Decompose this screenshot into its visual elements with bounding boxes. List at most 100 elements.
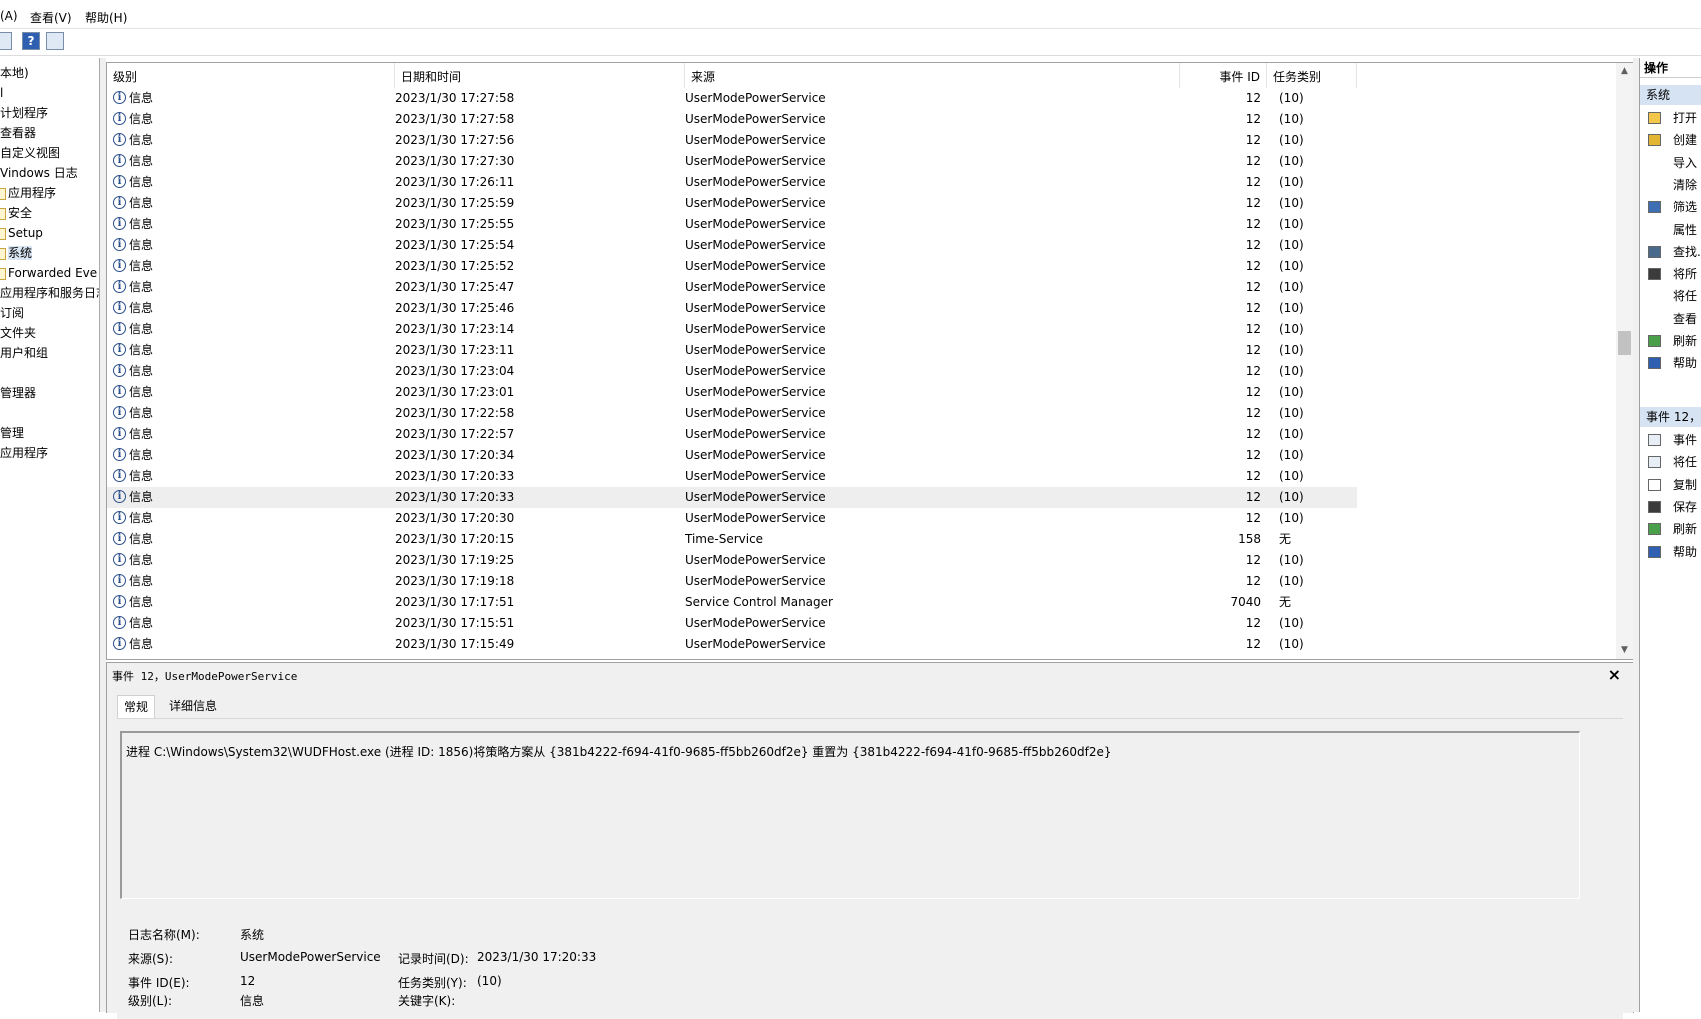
action-item[interactable]: 刷新 bbox=[1640, 518, 1701, 540]
scroll-up-arrow-icon[interactable]: ▲ bbox=[1616, 63, 1633, 80]
table-row[interactable]: i 信息 2023/1/30 17:25:46 UserModePowerServic… bbox=[107, 298, 1357, 319]
column-event-id[interactable]: 事件 ID bbox=[1180, 63, 1267, 88]
action-item[interactable]: 清除 bbox=[1640, 174, 1701, 196]
action-item[interactable]: 将任 bbox=[1640, 285, 1701, 307]
action-item[interactable]: 复制 bbox=[1640, 474, 1701, 496]
cell-datetime: 2023/1/30 17:19:18 bbox=[395, 574, 515, 588]
tree-item[interactable]: 应用程序和服务日志 bbox=[0, 284, 99, 302]
action-label: 保存 bbox=[1673, 499, 1698, 514]
table-row[interactable]: i 信息 2023/1/30 17:23:04 UserModePowerServic… bbox=[107, 361, 1357, 382]
tree-item[interactable]: 应用程序 bbox=[0, 184, 56, 202]
tree-item[interactable]: Setup bbox=[0, 224, 43, 242]
column-task-category[interactable]: 任务类别 bbox=[1267, 63, 1357, 88]
event-list-scrollbar[interactable]: ▲ ▼ bbox=[1616, 63, 1633, 659]
action-icon bbox=[1648, 545, 1661, 558]
action-item[interactable]: 导入 bbox=[1640, 152, 1701, 174]
task-category-label: 任务类别(Y): bbox=[398, 976, 467, 990]
table-row[interactable]: i 信息 2023/1/30 17:23:11 UserModePowerServic… bbox=[107, 340, 1357, 361]
tree-item[interactable]: 查看器 bbox=[0, 124, 36, 142]
tree-item[interactable]: 本地) bbox=[0, 64, 29, 82]
info-icon: i bbox=[113, 91, 126, 104]
tree-item[interactable]: 应用程序 bbox=[0, 444, 48, 462]
table-row[interactable]: i 信息 2023/1/30 17:27:58 UserModePowerServic… bbox=[107, 109, 1357, 130]
action-item[interactable]: 创建 bbox=[1640, 129, 1701, 151]
cell-category: (10) bbox=[1279, 175, 1304, 189]
table-row[interactable]: i 信息 2023/1/30 17:19:18 UserModePowerServic… bbox=[107, 571, 1357, 592]
tree-item[interactable]: 订阅 bbox=[0, 304, 24, 322]
cell-datetime: 2023/1/30 17:25:46 bbox=[395, 301, 515, 315]
tree-item[interactable]: 计划程序 bbox=[0, 104, 48, 122]
cell-level: 信息 bbox=[129, 154, 154, 168]
column-source[interactable]: 来源 bbox=[685, 63, 1180, 88]
tree-item[interactable]: Forwarded Eve bbox=[0, 264, 97, 282]
table-row[interactable]: i 信息 2023/1/30 17:17:51 Service Control Man… bbox=[107, 592, 1357, 613]
table-row[interactable]: i 信息 2023/1/30 17:25:52 UserModePowerServic… bbox=[107, 256, 1357, 277]
table-row[interactable]: i 信息 2023/1/30 17:23:01 UserModePowerServic… bbox=[107, 382, 1357, 403]
table-row[interactable]: i 信息 2023/1/30 17:15:51 UserModePowerServic… bbox=[107, 613, 1357, 634]
action-item[interactable]: 打开 bbox=[1640, 107, 1701, 129]
action-label: 属性 bbox=[1673, 222, 1698, 237]
table-row[interactable]: i 信息 2023/1/30 17:20:15 Time-Service 158 无 bbox=[107, 529, 1357, 550]
cell-level: 信息 bbox=[129, 469, 154, 483]
scroll-down-arrow-icon[interactable]: ▼ bbox=[1616, 642, 1633, 659]
close-icon[interactable]: × bbox=[1608, 665, 1621, 684]
tree-item[interactable]: 管理 bbox=[0, 424, 24, 442]
help-icon[interactable]: ? bbox=[22, 32, 40, 50]
table-row[interactable]: i 信息 2023/1/30 17:25:59 UserModePowerServic… bbox=[107, 193, 1357, 214]
task-category-value: (10) bbox=[477, 974, 502, 988]
log-file-icon bbox=[0, 207, 6, 220]
action-item[interactable]: 查找... bbox=[1640, 241, 1701, 263]
action-item[interactable]: 帮助 bbox=[1640, 352, 1701, 374]
scroll-thumb[interactable] bbox=[1618, 331, 1631, 355]
table-row[interactable]: i 信息 2023/1/30 17:25:47 UserModePowerServic… bbox=[107, 277, 1357, 298]
table-row[interactable]: i 信息 2023/1/30 17:19:25 UserModePowerServic… bbox=[107, 550, 1357, 571]
tab-details[interactable]: 详细信息 bbox=[163, 695, 223, 718]
show-action-pane-icon[interactable] bbox=[46, 32, 64, 50]
table-row[interactable]: i 信息 2023/1/30 17:22:57 UserModePowerServic… bbox=[107, 424, 1357, 445]
action-item[interactable]: 保存 bbox=[1640, 496, 1701, 518]
tree-item[interactable]: Vindows 日志 bbox=[0, 164, 78, 182]
action-item[interactable]: 将所 bbox=[1640, 263, 1701, 285]
table-row[interactable]: i 信息 2023/1/30 17:20:33 UserModePowerServic… bbox=[107, 487, 1357, 508]
action-item[interactable]: 事件 bbox=[1640, 429, 1701, 451]
cell-id: 12 bbox=[1245, 175, 1261, 189]
actions-group-system[interactable]: 系统 bbox=[1640, 85, 1701, 105]
action-item[interactable]: 查看 bbox=[1640, 308, 1701, 330]
menu-view[interactable]: 查看(V) bbox=[30, 9, 72, 26]
column-datetime[interactable]: 日期和时间 bbox=[395, 63, 685, 88]
event-message-box[interactable]: 进程 C:\Windows\System32\WUDFHost.exe (进程 … bbox=[120, 731, 1580, 899]
column-level[interactable]: 级别 bbox=[107, 63, 395, 88]
tree-item[interactable]: 用户和组 bbox=[0, 344, 48, 362]
table-row[interactable]: i 信息 2023/1/30 17:22:58 UserModePowerServic… bbox=[107, 403, 1357, 424]
table-row[interactable]: i 信息 2023/1/30 17:23:14 UserModePowerServic… bbox=[107, 319, 1357, 340]
tree-item[interactable]: 管理器 bbox=[0, 384, 36, 402]
menu-action[interactable]: (A) bbox=[0, 9, 18, 23]
cell-source: UserModePowerService bbox=[685, 91, 826, 105]
action-item[interactable]: 属性 bbox=[1640, 219, 1701, 241]
table-row[interactable]: i 信息 2023/1/30 17:20:33 UserModePowerServic… bbox=[107, 466, 1357, 487]
table-row[interactable]: i 信息 2023/1/30 17:27:58 UserModePowerServic… bbox=[107, 88, 1357, 109]
menu-help[interactable]: 帮助(H) bbox=[85, 9, 127, 26]
table-row[interactable]: i 信息 2023/1/30 17:20:30 UserModePowerServic… bbox=[107, 508, 1357, 529]
actions-group-event[interactable]: 事件 12， bbox=[1640, 407, 1701, 427]
table-row[interactable]: i 信息 2023/1/30 17:20:34 UserModePowerServic… bbox=[107, 445, 1357, 466]
table-row[interactable]: i 信息 2023/1/30 17:25:54 UserModePowerServic… bbox=[107, 235, 1357, 256]
tree-item[interactable]: 系统 bbox=[0, 244, 33, 262]
table-row[interactable]: i 信息 2023/1/30 17:25:55 UserModePowerServic… bbox=[107, 214, 1357, 235]
table-row[interactable]: i 信息 2023/1/30 17:15:49 UserModePowerServic… bbox=[107, 634, 1357, 655]
table-row[interactable]: i 信息 2023/1/30 17:27:30 UserModePowerServic… bbox=[107, 151, 1357, 172]
table-row[interactable]: i 信息 2023/1/30 17:27:56 UserModePowerServic… bbox=[107, 130, 1357, 151]
show-tree-icon[interactable] bbox=[0, 32, 12, 50]
tab-general[interactable]: 常规 bbox=[117, 695, 156, 718]
tree-item[interactable]: 安全 bbox=[0, 204, 32, 222]
action-item[interactable]: 筛选 bbox=[1640, 196, 1701, 218]
tree-item[interactable]: 文件夹 bbox=[0, 324, 36, 342]
action-item[interactable]: 将任 bbox=[1640, 451, 1701, 473]
info-icon: i bbox=[113, 259, 126, 272]
tree-item[interactable]: 自定义视图 bbox=[0, 144, 60, 162]
table-row[interactable]: i 信息 2023/1/30 17:26:11 UserModePowerServic… bbox=[107, 172, 1357, 193]
action-item[interactable]: 刷新 bbox=[1640, 330, 1701, 352]
action-icon bbox=[1648, 290, 1661, 303]
tree-item[interactable]: l bbox=[0, 84, 3, 102]
action-item[interactable]: 帮助 bbox=[1640, 541, 1701, 563]
